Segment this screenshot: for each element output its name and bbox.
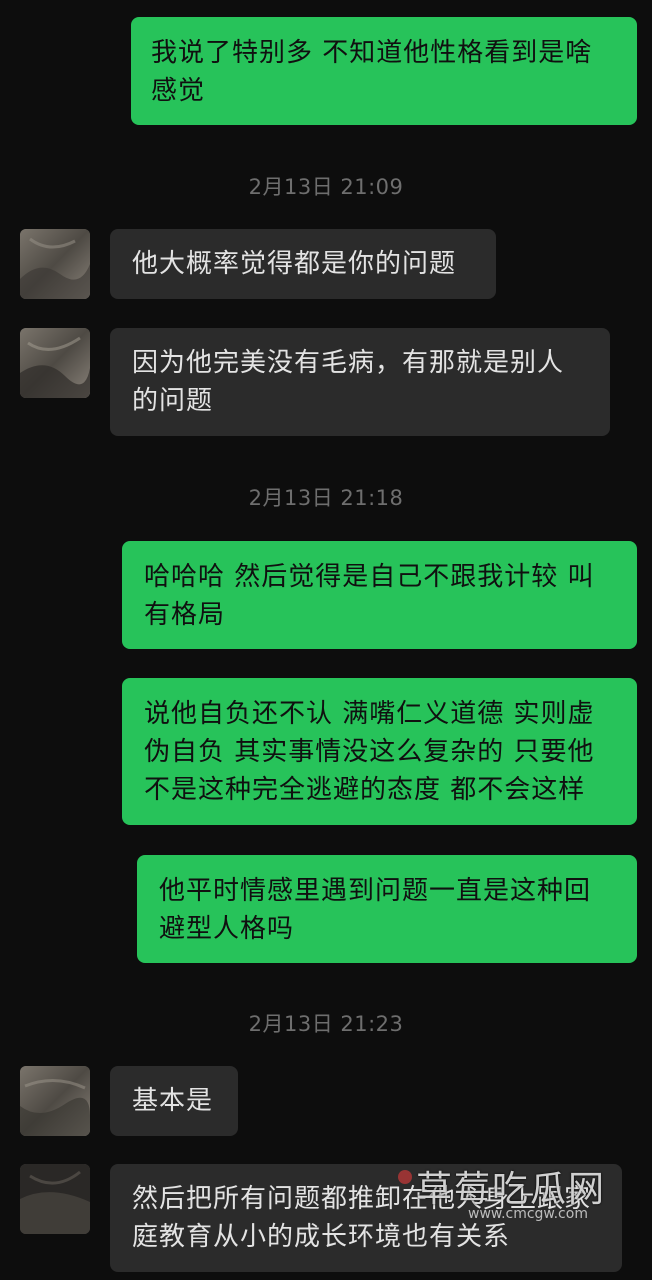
message-bubble-received[interactable]: 因为他完美没有毛病，有那就是别人的问题: [110, 328, 610, 436]
message-text: 因为他完美没有毛病，有那就是别人的问题: [132, 348, 565, 416]
avatar-image-icon: [20, 229, 90, 299]
contact-avatar[interactable]: [20, 328, 90, 398]
message-text: 说他自负还不认 满嘴仁义道德 实则虚伪自负 其实事情没这么复杂的 只要他不是这种…: [144, 699, 595, 805]
timestamp: 2月13日 21:18: [248, 486, 404, 510]
avatar-image-icon: [20, 328, 90, 398]
message-bubble-sent[interactable]: 他平时情感里遇到问题一直是这种回避型人格吗: [137, 855, 637, 963]
message-text: 他大概率觉得都是你的问题: [132, 249, 457, 279]
avatar-image-icon: [20, 1164, 90, 1234]
contact-avatar[interactable]: [20, 229, 90, 299]
message-bubble-sent[interactable]: 哈哈哈 然后觉得是自己不跟我计较 叫有格局: [122, 541, 637, 649]
avatar-image-icon: [20, 1066, 90, 1136]
contact-avatar[interactable]: [20, 1066, 90, 1136]
timestamp: 2月13日 21:23: [248, 1012, 404, 1036]
contact-avatar[interactable]: [20, 1164, 90, 1234]
message-bubble-sent[interactable]: 我说了特别多 不知道他性格看到是啥感觉: [131, 17, 637, 125]
message-text: 基本是: [132, 1086, 214, 1116]
message-bubble-received[interactable]: 他大概率觉得都是你的问题: [110, 229, 496, 299]
watermark-title: 草莓吃瓜网: [416, 1169, 607, 1210]
message-bubble-sent[interactable]: 说他自负还不认 满嘴仁义道德 实则虚伪自负 其实事情没这么复杂的 只要他不是这种…: [122, 678, 637, 825]
timestamp: 2月13日 21:09: [248, 175, 404, 199]
watermark-logo-icon: [398, 1170, 412, 1184]
message-text: 哈哈哈 然后觉得是自己不跟我计较 叫有格局: [144, 562, 595, 630]
watermark-url: www.cmcgw.com: [468, 1206, 588, 1222]
message-text: 我说了特别多 不知道他性格看到是啥感觉: [151, 38, 593, 106]
message-bubble-received[interactable]: 基本是: [110, 1066, 238, 1136]
message-text: 他平时情感里遇到问题一直是这种回避型人格吗: [159, 876, 592, 944]
watermark: 草莓吃瓜网 www.cmcgw.com: [398, 1160, 628, 1250]
